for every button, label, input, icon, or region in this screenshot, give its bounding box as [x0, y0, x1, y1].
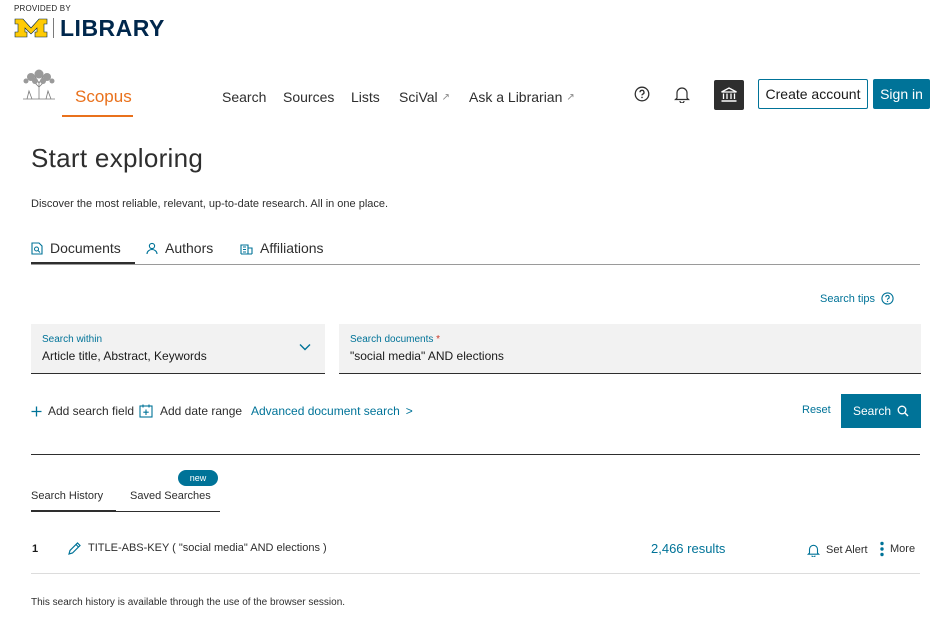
library-brand[interactable]: PROVIDED BY LIBRARY [14, 4, 165, 40]
sign-in-button[interactable]: Sign in [873, 79, 930, 109]
chevron-right-icon: > [405, 404, 413, 418]
plus-icon [31, 406, 42, 416]
building-icon [240, 242, 253, 255]
page-title: Start exploring [31, 143, 204, 173]
tabs-divider [31, 264, 920, 265]
search-tips-link[interactable]: Search tips [820, 292, 894, 305]
help-icon [881, 292, 894, 305]
pencil-icon[interactable] [67, 541, 82, 561]
new-badge: new [178, 470, 218, 486]
history-row-divider [31, 573, 920, 574]
more-vertical-icon [880, 541, 884, 557]
search-within-select[interactable]: Search within Article title, Abstract, K… [31, 324, 325, 374]
bell-icon [807, 544, 820, 557]
set-alert-button[interactable]: Set Alert [807, 543, 868, 557]
section-divider [31, 454, 920, 455]
help-icon[interactable] [634, 86, 650, 102]
elsevier-tree-logo-icon[interactable] [19, 69, 59, 106]
reset-button[interactable]: Reset [802, 404, 831, 416]
search-documents-label: Search documents * [350, 334, 441, 345]
tab-documents[interactable]: Documents [31, 240, 121, 256]
search-icon [897, 405, 909, 417]
external-link-icon: ↗ [441, 91, 451, 103]
person-icon [146, 242, 158, 255]
history-tabs-divider [116, 511, 220, 512]
active-tab-indicator [31, 510, 116, 512]
more-button[interactable]: More [880, 541, 915, 557]
brand-underline [62, 115, 133, 117]
create-account-button[interactable]: Create account [758, 79, 868, 109]
history-results-link[interactable]: 2,466 results [651, 541, 725, 556]
document-search-icon [31, 241, 43, 255]
advanced-document-search-link[interactable]: Advanced document search > [251, 404, 413, 418]
library-wordmark: LIBRARY [60, 15, 165, 41]
nav-scival[interactable]: SciVal ↗ [399, 89, 450, 105]
intro-text: Discover the most reliable, relevant, up… [31, 198, 389, 210]
block-m-logo-icon [14, 18, 48, 38]
bell-icon[interactable] [674, 85, 690, 103]
history-query[interactable]: TITLE-ABS-KEY ( "social media" AND elect… [88, 542, 327, 554]
nav-lists[interactable]: Lists [351, 89, 380, 105]
search-documents-input[interactable]: Search documents * "social media" AND el… [339, 324, 921, 374]
calendar-icon [139, 404, 153, 418]
search-within-label: Search within [42, 334, 103, 345]
history-note: This search history is available through… [31, 597, 346, 608]
search-button[interactable]: Search [841, 394, 921, 428]
history-row-number: 1 [32, 543, 39, 555]
brand-divider [53, 18, 54, 38]
nav-search[interactable]: Search [222, 89, 266, 105]
institution-icon[interactable] [714, 80, 744, 110]
add-date-range-button[interactable]: Add date range [139, 404, 242, 418]
nav-ask-a-librarian[interactable]: Ask a Librarian ↗ [469, 89, 575, 105]
chevron-down-icon [299, 344, 311, 351]
search-within-value: Article title, Abstract, Keywords [42, 349, 207, 363]
tab-affiliations[interactable]: Affiliations [240, 240, 324, 256]
tab-saved-searches[interactable]: Saved Searches [130, 490, 211, 502]
tab-authors[interactable]: Authors [146, 240, 213, 256]
nav-sources[interactable]: Sources [283, 89, 334, 105]
provided-by-label: PROVIDED BY [14, 4, 71, 13]
add-search-field-button[interactable]: Add search field [31, 404, 134, 418]
external-link-icon: ↗ [566, 91, 575, 103]
required-marker: * [436, 334, 441, 345]
scopus-brand[interactable]: Scopus [75, 87, 132, 107]
tab-search-history[interactable]: Search History [31, 490, 103, 502]
search-documents-value: "social media" AND elections [350, 349, 504, 363]
